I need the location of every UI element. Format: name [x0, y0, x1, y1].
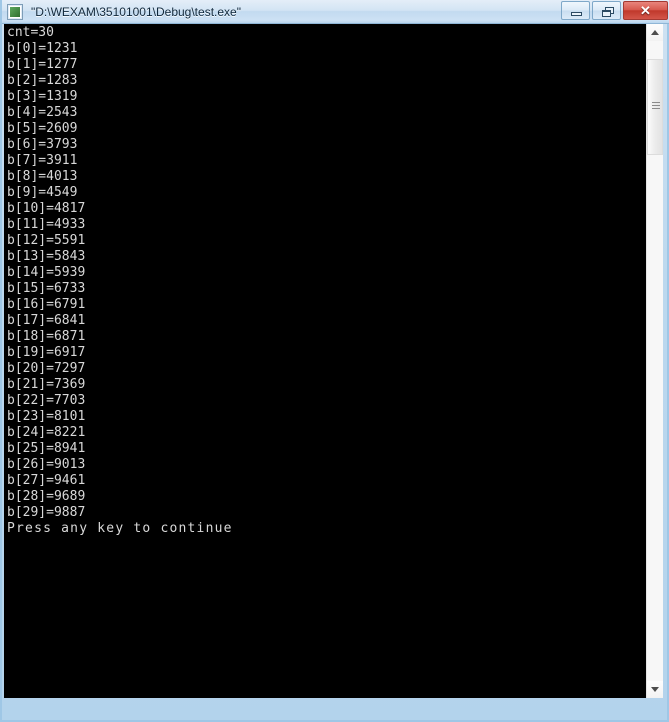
console-line: b[7]=3911	[7, 153, 78, 168]
scrollbar-thumb-grip	[652, 102, 660, 110]
console-output-area[interactable]: cnt=30 b[0]=1231 b[1]=1277 b[2]=1283 b[3]=13…	[4, 24, 646, 698]
console-line: b[28]=9689	[7, 489, 86, 504]
console-line: b[12]=5591	[7, 233, 86, 248]
console-line: b[19]=6917	[7, 345, 86, 360]
window-title: "D:\WEXAM\35101001\Debug\test.exe"	[31, 5, 241, 19]
console-line: b[5]=2609	[7, 121, 78, 136]
console-text-block: cnt=30 b[0]=1231 b[1]=1277 b[2]=1283 b[3]=13…	[7, 25, 233, 537]
console-line: b[1]=1277	[7, 57, 78, 72]
console-line: b[6]=3793	[7, 137, 78, 152]
console-line: b[29]=9887	[7, 505, 86, 520]
console-line: b[16]=6791	[7, 297, 86, 312]
title-bar[interactable]: "D:\WEXAM\35101001\Debug\test.exe" ✕	[2, 0, 669, 24]
close-icon: ✕	[640, 3, 651, 18]
console-line: b[17]=6841	[7, 313, 86, 328]
scroll-down-button[interactable]	[647, 681, 663, 698]
console-line: b[3]=1319	[7, 89, 78, 104]
close-button[interactable]: ✕	[623, 1, 668, 20]
vertical-scrollbar[interactable]	[646, 24, 663, 698]
console-line: b[24]=8221	[7, 425, 86, 440]
console-line: b[14]=5939	[7, 265, 86, 280]
console-line: b[18]=6871	[7, 329, 86, 344]
console-line: b[10]=4817	[7, 201, 86, 216]
console-line: b[11]=4933	[7, 217, 86, 232]
console-app-icon-glyph	[9, 6, 21, 18]
console-line: b[25]=8941	[7, 441, 86, 456]
window-controls: ✕	[561, 1, 668, 20]
console-continue-prompt: Press any key to continue	[7, 521, 233, 536]
console-line: b[15]=6733	[7, 281, 86, 296]
minimize-button[interactable]	[561, 1, 590, 20]
console-line: b[4]=2543	[7, 105, 78, 120]
restore-button[interactable]	[592, 1, 621, 20]
scrollbar-track[interactable]	[647, 41, 663, 681]
console-line: b[9]=4549	[7, 185, 78, 200]
scroll-up-arrow-icon	[651, 30, 659, 35]
console-line: b[2]=1283	[7, 73, 78, 88]
scrollbar-thumb[interactable]	[647, 59, 663, 155]
console-window: "D:\WEXAM\35101001\Debug\test.exe" ✕ cnt…	[0, 0, 669, 722]
console-line: b[26]=9013	[7, 457, 86, 472]
restore-icon-front	[602, 10, 611, 17]
scroll-up-button[interactable]	[647, 24, 663, 41]
console-line: b[0]=1231	[7, 41, 78, 56]
console-line: cnt=30	[7, 25, 54, 40]
console-line: b[22]=7703	[7, 393, 86, 408]
console-line: b[13]=5843	[7, 249, 86, 264]
console-line: b[8]=4013	[7, 169, 78, 184]
console-app-icon[interactable]	[7, 4, 23, 20]
console-line: b[21]=7369	[7, 377, 86, 392]
console-line: b[20]=7297	[7, 361, 86, 376]
minimize-icon	[571, 12, 582, 16]
scroll-down-arrow-icon	[651, 687, 659, 692]
console-line: b[27]=9461	[7, 473, 86, 488]
console-line: b[23]=8101	[7, 409, 86, 424]
